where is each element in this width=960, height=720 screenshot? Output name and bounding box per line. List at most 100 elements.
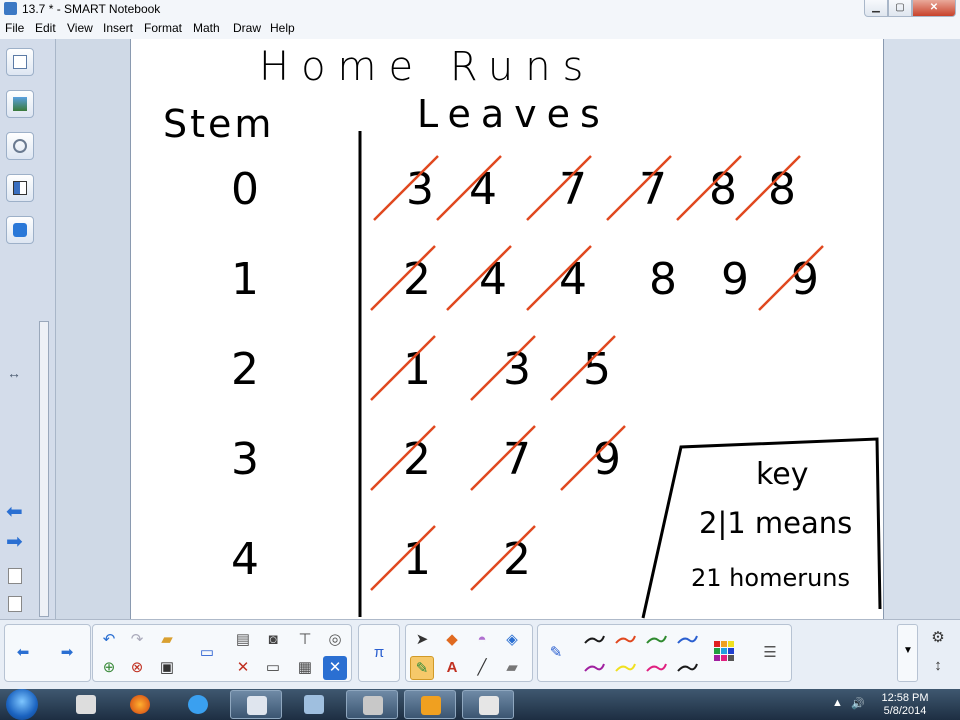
notebook-page[interactable]: Home Runs Stem Leaves key 2|1 means 21 h… — [130, 39, 884, 619]
pen-color-swatch[interactable] — [644, 656, 668, 680]
menu-math[interactable]: Math — [193, 21, 220, 35]
previous-page-arrow-icon[interactable]: ⬅ — [6, 502, 23, 522]
minimize-button[interactable]: ▁ — [864, 0, 888, 17]
close-button[interactable]: ✕ — [912, 0, 956, 17]
display-screen-icon[interactable]: ▭ — [195, 641, 219, 665]
delete-page-icon[interactable] — [8, 596, 22, 612]
previous-page-button[interactable]: ⬅ — [11, 641, 35, 665]
open-file-icon[interactable]: ▰ — [155, 628, 179, 652]
clear-icon[interactable]: ✕ — [231, 656, 255, 680]
pen-color-swatch[interactable] — [675, 656, 699, 680]
taskbar-app-4[interactable] — [230, 690, 282, 719]
system-clock[interactable]: 12:58 PM 5/8/2014 — [880, 692, 930, 718]
eraser-block-icon[interactable]: ▰ — [500, 656, 524, 680]
pen-color-swatch[interactable] — [613, 656, 637, 680]
taskbar-smart-notebook[interactable] — [404, 690, 456, 719]
menu-bar: File Edit View Insert Format Math Draw H… — [0, 19, 960, 39]
pen-type-icon[interactable]: ✎ — [544, 641, 568, 665]
text-icon[interactable]: A — [440, 656, 464, 680]
volume-icon[interactable]: 🔊 — [851, 697, 865, 710]
document-camera-icon[interactable]: ⊤ — [293, 628, 317, 652]
undo-button[interactable]: ↶ — [97, 628, 121, 652]
color-grid-icon[interactable] — [712, 641, 736, 665]
pen-color-swatch[interactable] — [675, 628, 699, 652]
screen-capture-icon[interactable]: ◙ — [261, 628, 285, 652]
save-icon[interactable]: ▣ — [155, 656, 179, 680]
add-page-icon[interactable] — [8, 568, 22, 584]
menu-insert[interactable]: Insert — [103, 21, 133, 35]
line-style-icon[interactable]: ☰ — [758, 641, 782, 665]
eraser-icon[interactable]: ◓ — [470, 628, 494, 652]
side-tab-bar: ↔ ⬅ ➡ — [0, 39, 56, 619]
gear-icon[interactable]: ⚙ — [926, 626, 950, 650]
menu-edit[interactable]: Edit — [35, 21, 56, 35]
delete-page-button[interactable]: ⊗ — [125, 656, 149, 680]
taskbar-internet-explorer[interactable] — [172, 690, 224, 719]
full-screen-icon[interactable]: ✕ — [323, 656, 347, 680]
whiteboard-ink: Home Runs Stem Leaves key 2|1 means 21 h… — [163, 44, 882, 619]
start-button[interactable] — [6, 689, 38, 720]
taskbar-app-8[interactable] — [462, 690, 514, 719]
properties-tab[interactable] — [6, 174, 34, 202]
leaf-value: 5 — [583, 344, 611, 395]
pen-stroke-icon — [677, 635, 698, 644]
pen-color-swatch[interactable] — [613, 628, 637, 652]
leaf-value: 3 — [503, 344, 531, 395]
move-toolbar-icon[interactable]: ↕ — [926, 654, 950, 678]
sidebar-scrollbar[interactable] — [39, 321, 49, 617]
next-page-arrow-icon[interactable]: ➡ — [6, 532, 23, 552]
tools-group: ➤ ◆ ◓ ◈ ✎ A ╱ ▰ — [405, 624, 533, 682]
pen-stroke-icon — [584, 663, 605, 672]
taskbar-app-1[interactable] — [60, 690, 112, 719]
resize-sidebar-icon[interactable]: ↔ — [7, 365, 21, 381]
pens-icon[interactable]: ✎ — [410, 656, 434, 680]
pen-color-swatch[interactable] — [582, 656, 606, 680]
select-arrow-icon[interactable]: ➤ — [410, 628, 434, 652]
gallery-icon — [13, 97, 27, 111]
taskbar-firefox[interactable] — [114, 690, 166, 719]
math-group: π — [358, 624, 400, 682]
maximize-button[interactable]: ▢ — [888, 0, 912, 17]
next-page-button[interactable]: ➡ — [55, 641, 79, 665]
attachments-tab[interactable] — [6, 132, 34, 160]
menu-view[interactable]: View — [67, 21, 93, 35]
toolbar-dropdown[interactable]: ▼ — [897, 624, 918, 682]
pen-color-swatch[interactable] — [582, 628, 606, 652]
key-title: key — [756, 457, 809, 492]
taskbar-app-6[interactable] — [346, 690, 398, 719]
shapes-icon[interactable]: ◆ — [440, 628, 464, 652]
screen-shade-icon[interactable]: ▭ — [261, 656, 285, 680]
fill-bucket-icon[interactable]: ◈ — [500, 628, 524, 652]
add-page-button[interactable]: ⊕ — [97, 656, 121, 680]
rabbit-app-icon — [76, 695, 96, 714]
response-icon[interactable]: ◎ — [323, 628, 347, 652]
pen-stroke-icon — [615, 635, 636, 644]
pen-stroke-icon — [646, 663, 667, 672]
show-hidden-icons-icon[interactable]: ▲ — [832, 697, 843, 709]
gallery-tab[interactable] — [6, 90, 34, 118]
key-line-1: 2|1 means — [699, 506, 852, 540]
menu-format[interactable]: Format — [144, 21, 182, 35]
line-icon[interactable]: ╱ — [470, 656, 494, 680]
puzzle-piece-icon — [13, 223, 27, 237]
redo-button[interactable]: ↷ — [125, 628, 149, 652]
math-pi-icon[interactable]: π — [367, 641, 391, 665]
leaf-value: 1 — [403, 344, 431, 395]
menu-file[interactable]: File — [5, 21, 24, 35]
paste-icon[interactable]: ▤ — [231, 628, 255, 652]
pen-color-swatch[interactable] — [644, 628, 668, 652]
title-bar: 13.7 * - SMART Notebook ▁ ▢ ✕ — [0, 0, 960, 20]
leaf-value: 1 — [403, 534, 431, 585]
leaf-value: 2 — [503, 534, 531, 585]
pen-stroke-icon — [584, 635, 605, 644]
table-icon[interactable]: ▦ — [293, 656, 317, 680]
menu-draw[interactable]: Draw — [233, 21, 261, 35]
menu-help[interactable]: Help — [270, 21, 295, 35]
internet-explorer-icon — [188, 695, 208, 714]
window-title: 13.7 * - SMART Notebook — [22, 2, 161, 16]
taskbar-calculator[interactable] — [288, 690, 340, 719]
leaf-value: 8 — [709, 164, 737, 215]
pen-properties-group: ✎ ☰ — [537, 624, 792, 682]
add-ons-tab[interactable] — [6, 216, 34, 244]
page-sorter-tab[interactable] — [6, 48, 34, 76]
